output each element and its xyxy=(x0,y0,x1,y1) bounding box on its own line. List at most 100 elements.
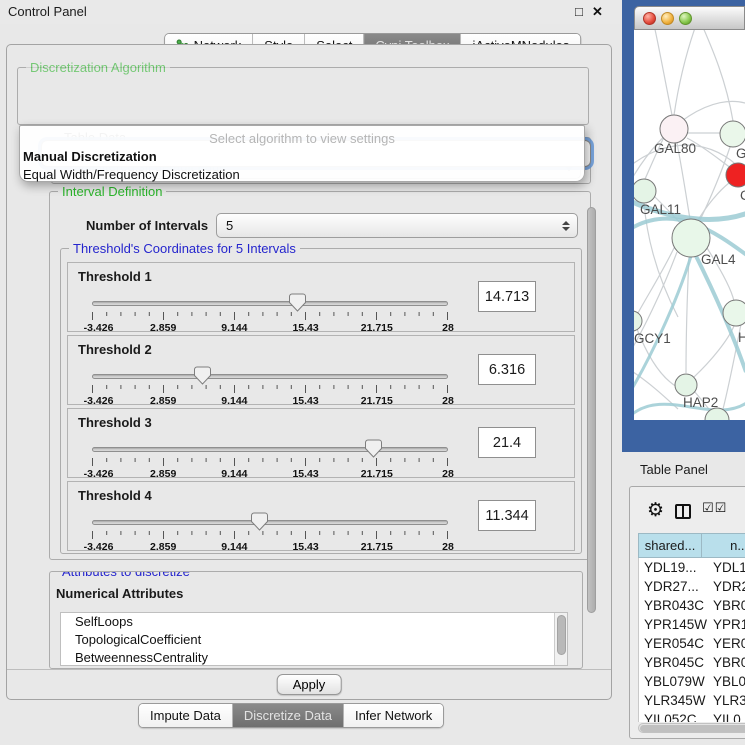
slider-handle[interactable] xyxy=(251,512,268,531)
table-cell[interactable]: YIL0 xyxy=(705,710,741,722)
attribute-items: SelfLoopsTopologicalCoefficientBetweenne… xyxy=(61,613,567,666)
table-row[interactable]: YBR043CYBR0 xyxy=(639,596,745,615)
network-graph: GAL80GACGAL11GAL4GCY1HHAP2 xyxy=(634,30,745,420)
panel-scrollbar-thumb[interactable] xyxy=(587,207,596,613)
network-window-titlebar[interactable] xyxy=(634,6,745,30)
table-cell[interactable]: YLR345W xyxy=(639,691,705,710)
checkbox-icons[interactable]: ☑☑ xyxy=(702,501,727,516)
network-node[interactable] xyxy=(634,179,656,203)
threshold-value-field-3[interactable]: 21.4 xyxy=(478,427,536,458)
threshold-slider-2[interactable]: -3.4262.8599.14415.4321.71528 xyxy=(92,371,448,405)
attribute-item-selfloops[interactable]: SelfLoops xyxy=(61,613,567,631)
table-hscrollbar-thumb[interactable] xyxy=(640,725,745,732)
threshold-value-field-1[interactable]: 14.713 xyxy=(478,281,536,312)
network-edge[interactable] xyxy=(702,30,733,121)
control-panel-titlebar: Control Panel □ ✕ xyxy=(0,0,620,24)
checkbox-icon[interactable]: ☑ xyxy=(702,501,715,516)
table-row[interactable]: YBR045CYBR0 xyxy=(639,653,745,672)
network-node[interactable] xyxy=(723,300,745,326)
threshold-value-field-2[interactable]: 6.316 xyxy=(478,354,536,385)
table-cell[interactable]: YBR043C xyxy=(639,596,705,615)
network-edge[interactable] xyxy=(674,30,696,115)
network-edge[interactable] xyxy=(638,246,675,313)
table-hscrollbar[interactable] xyxy=(638,723,745,733)
network-edge-thick[interactable] xyxy=(634,256,691,392)
slider-handle[interactable] xyxy=(365,439,382,458)
list-scrollbar[interactable] xyxy=(554,613,567,665)
attribute-item-betweennesscentrality[interactable]: BetweennessCentrality xyxy=(61,649,567,666)
column-header-shared[interactable]: shared... xyxy=(638,533,702,558)
table-cell[interactable]: YER0 xyxy=(705,634,745,653)
slider-track[interactable] xyxy=(92,374,448,379)
apply-button[interactable]: Apply xyxy=(277,674,342,695)
panel-title: Control Panel xyxy=(8,4,87,19)
table-cell[interactable]: YDR2 xyxy=(705,577,745,596)
group-title: Interval Definition xyxy=(58,184,166,199)
slider-handle[interactable] xyxy=(289,293,306,312)
table-cell[interactable]: YBL0 xyxy=(705,672,745,691)
slider-track[interactable] xyxy=(92,447,448,452)
table-cell[interactable]: YBL079W xyxy=(639,672,705,691)
attribute-item-topologicalcoefficient[interactable]: TopologicalCoefficient xyxy=(61,631,567,649)
minimize-traffic-light-icon[interactable] xyxy=(661,12,674,25)
popup-item-equal-width-frequency[interactable]: Equal Width/Frequency Discretization xyxy=(23,167,584,182)
tab-impute-data[interactable]: Impute Data xyxy=(139,704,233,727)
threshold-value-field-4[interactable]: 11.344 xyxy=(478,500,536,531)
network-edge[interactable] xyxy=(694,326,734,377)
tab-infer-network[interactable]: Infer Network xyxy=(344,704,443,727)
close-icon[interactable]: ✕ xyxy=(592,4,603,20)
table-cell[interactable]: YBR045C xyxy=(639,653,705,672)
network-node[interactable] xyxy=(634,311,642,331)
table-row[interactable]: YDL19...YDL1 xyxy=(639,558,745,577)
table-row[interactable]: YLR345WYLR3 xyxy=(639,691,745,710)
threshold-slider-4[interactable]: -3.4262.8599.14415.4321.71528 xyxy=(92,517,448,551)
table-cell[interactable]: YBR0 xyxy=(705,653,745,672)
gear-icon[interactable]: ⚙ xyxy=(647,499,664,521)
table-cell[interactable]: YPR1 xyxy=(705,615,745,634)
column-header-name[interactable]: n... xyxy=(702,533,745,558)
network-edge[interactable] xyxy=(654,30,672,115)
zoom-traffic-light-icon[interactable] xyxy=(679,12,692,25)
table-row[interactable]: YIL052CYIL0 xyxy=(639,710,745,722)
columns-icon[interactable] xyxy=(675,504,691,519)
network-node[interactable] xyxy=(720,121,745,147)
close-traffic-light-icon[interactable] xyxy=(643,12,656,25)
table-cell[interactable]: YLR3 xyxy=(705,691,745,710)
float-window-icon[interactable]: □ xyxy=(575,4,583,19)
threshold-slider-3[interactable]: -3.4262.8599.14415.4321.71528 xyxy=(92,444,448,478)
slider-track[interactable] xyxy=(92,301,448,306)
slider-handle[interactable] xyxy=(194,366,211,385)
network-canvas[interactable]: GAL80GACGAL11GAL4GCY1HHAP2 xyxy=(634,30,745,420)
table-row[interactable]: YPR145WYPR1 xyxy=(639,615,745,634)
tick-label: 21.715 xyxy=(361,322,393,334)
tab-discretize-data[interactable]: Discretize Data xyxy=(233,704,344,727)
network-node[interactable] xyxy=(660,115,688,143)
table-cell[interactable]: YDR27... xyxy=(639,577,705,596)
popup-item-manual-discretization[interactable]: Manual Discretization xyxy=(23,149,584,164)
threshold-panel-3: Threshold 3-3.4262.8599.14415.4321.71528… xyxy=(67,408,575,478)
table-cell[interactable]: YDL19... xyxy=(639,558,705,577)
slider-tick-labels: -3.4262.8599.14415.4321.71528 xyxy=(92,541,448,553)
network-node-label-c: C xyxy=(740,188,745,203)
number-of-intervals-combobox[interactable]: 5 xyxy=(216,213,578,238)
network-node[interactable] xyxy=(726,163,745,187)
threshold-slider-1[interactable]: -3.4262.8599.14415.4321.71528 xyxy=(92,298,448,332)
number-of-intervals-label: Number of Intervals xyxy=(86,218,208,233)
table-cell[interactable]: YBR0 xyxy=(705,596,745,615)
table-row[interactable]: YDR27...YDR2 xyxy=(639,577,745,596)
table-cell[interactable]: YIL052C xyxy=(639,710,705,722)
tick-label: 28 xyxy=(442,395,454,407)
threshold-panel-1: Threshold 1-3.4262.8599.14415.4321.71528… xyxy=(67,262,575,332)
panel-scrollbar[interactable] xyxy=(587,155,596,655)
table-row[interactable]: YBL079WYBL0 xyxy=(639,672,745,691)
list-scrollbar-thumb[interactable] xyxy=(557,615,566,655)
table-row[interactable]: YER054CYER0 xyxy=(639,634,745,653)
table-cell[interactable]: YDL1 xyxy=(705,558,745,577)
table-cell[interactable]: YER054C xyxy=(639,634,705,653)
network-node[interactable] xyxy=(675,374,697,396)
table-cell[interactable]: YPR145W xyxy=(639,615,705,634)
slider-track[interactable] xyxy=(92,520,448,525)
tick-label: 9.144 xyxy=(221,468,247,480)
checkbox-icon[interactable]: ☑ xyxy=(715,501,728,516)
numerical-attributes-list[interactable]: SelfLoopsTopologicalCoefficientBetweenne… xyxy=(60,612,568,666)
